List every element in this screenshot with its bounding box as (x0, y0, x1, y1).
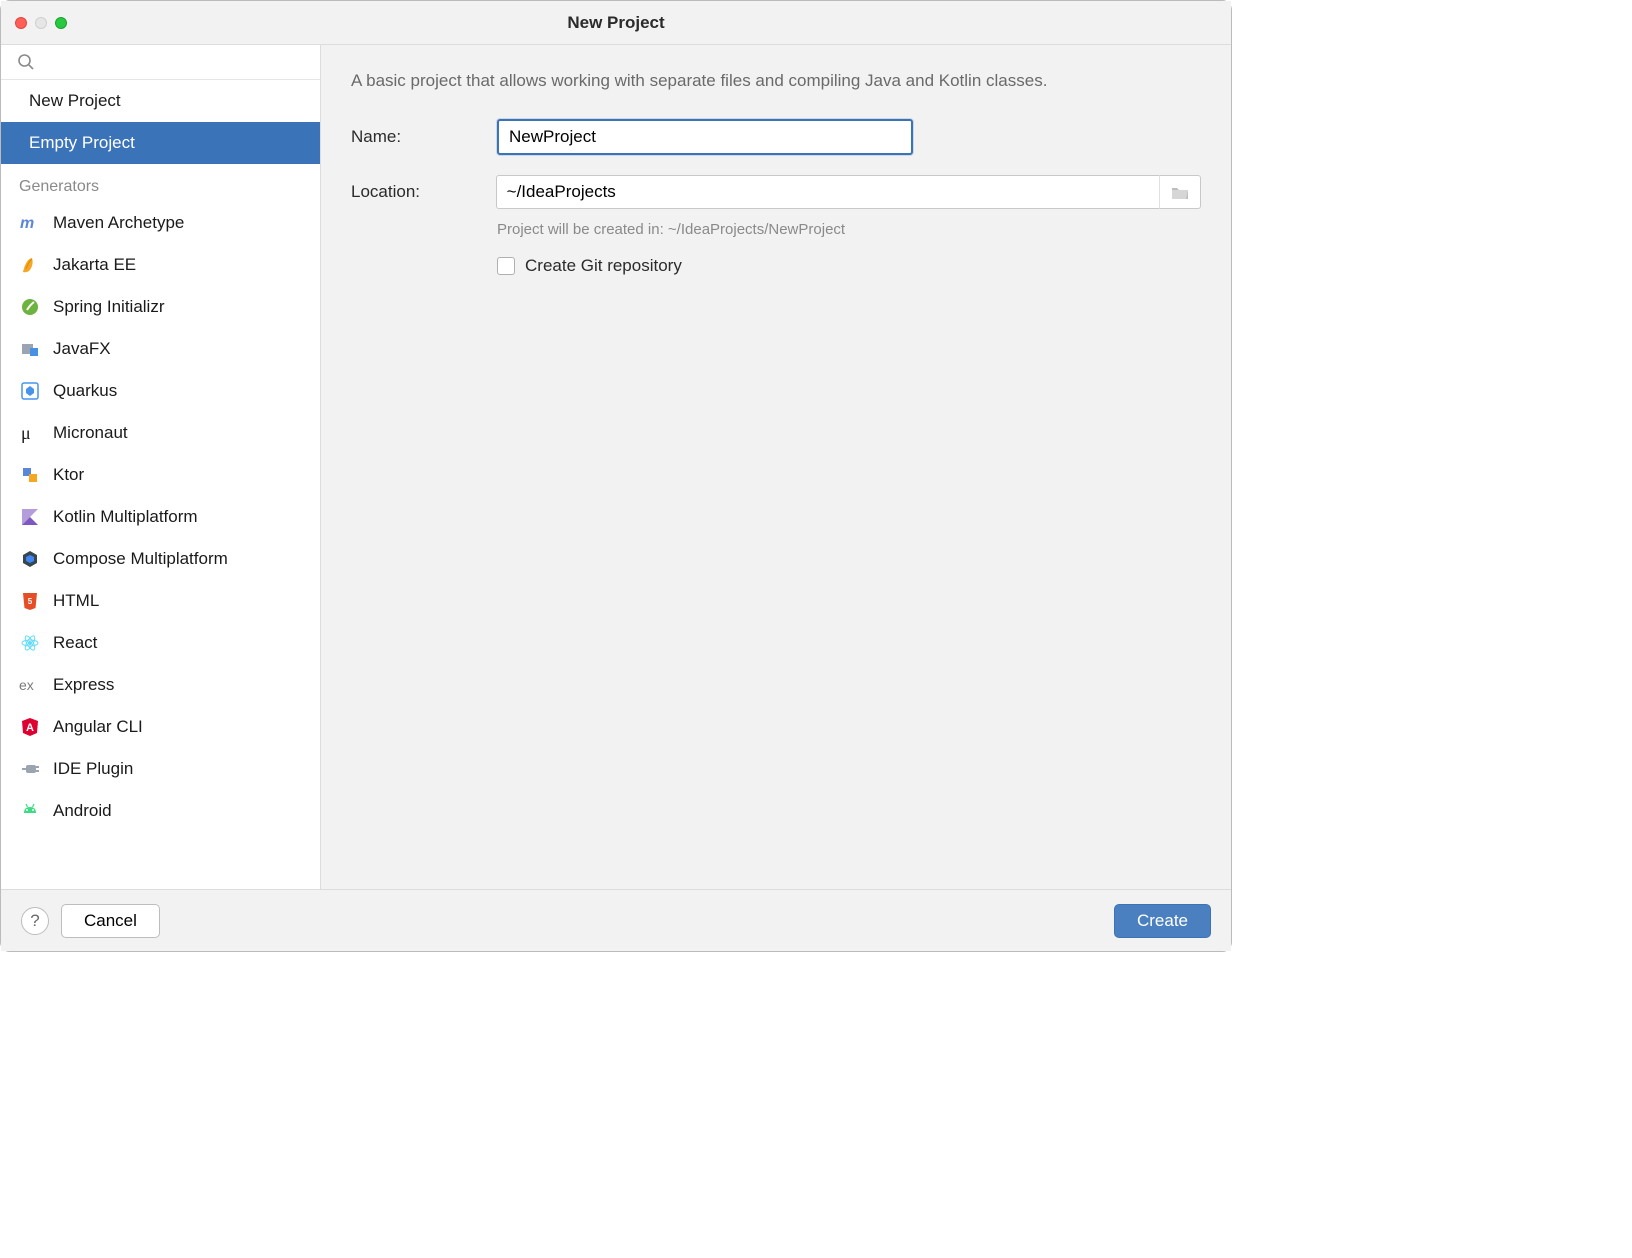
location-hint: Project will be created in: ~/IdeaProjec… (497, 221, 1201, 238)
sidebar-generator-micronaut[interactable]: μ Micronaut (1, 412, 320, 454)
dialog-body: New Project Empty Project Generators m Maven… (1, 45, 1231, 889)
create-button[interactable]: Create (1114, 904, 1211, 938)
sidebar-item-label: Micronaut (53, 423, 128, 443)
help-button[interactable]: ? (21, 907, 49, 935)
sidebar-item-new-project[interactable]: New Project (1, 80, 320, 122)
folder-icon (1171, 185, 1189, 200)
svg-text:5: 5 (28, 597, 33, 606)
sidebar-generator-react[interactable]: React (1, 622, 320, 664)
close-window-button[interactable] (15, 17, 27, 29)
sidebar-generator-jakarta-ee[interactable]: Jakarta EE (1, 244, 320, 286)
search-icon (15, 51, 37, 73)
sidebar-item-label: React (53, 633, 97, 653)
sidebar-item-label: Ktor (53, 465, 84, 485)
location-row: Location: (351, 175, 1201, 209)
location-label: Location: (351, 182, 496, 202)
sidebar-generator-html[interactable]: 5 HTML (1, 580, 320, 622)
sidebar-generator-kotlin-multiplatform[interactable]: Kotlin Multiplatform (1, 496, 320, 538)
sidebar-list: New Project Empty Project Generators m Maven… (1, 80, 320, 889)
sidebar-generator-angular-cli[interactable]: A Angular CLI (1, 706, 320, 748)
git-checkbox-label: Create Git repository (525, 256, 682, 276)
sidebar-generator-spring-initializr[interactable]: Spring Initializr (1, 286, 320, 328)
git-checkbox-row[interactable]: Create Git repository (497, 256, 1201, 276)
sidebar-generator-ktor[interactable]: Ktor (1, 454, 320, 496)
svg-text:m: m (20, 215, 34, 232)
location-input[interactable] (496, 175, 1159, 209)
window-controls (1, 17, 67, 29)
sidebar-item-label: Spring Initializr (53, 297, 165, 317)
sidebar-generator-javafx[interactable]: JavaFX (1, 328, 320, 370)
sidebar-item-label: IDE Plugin (53, 759, 133, 779)
ktor-icon (19, 464, 41, 486)
window-title: New Project (1, 13, 1231, 33)
sidebar-item-label: Express (53, 675, 114, 695)
jakarta-icon (19, 254, 41, 276)
sidebar-item-label: Android (53, 801, 112, 821)
search-row[interactable] (1, 45, 320, 80)
sidebar-item-empty-project[interactable]: Empty Project (1, 122, 320, 164)
svg-text:A: A (26, 722, 34, 734)
sidebar-item-label: JavaFX (53, 339, 111, 359)
sidebar-item-label: Jakarta EE (53, 255, 136, 275)
express-icon: ex (19, 674, 41, 696)
android-icon (19, 800, 41, 822)
kotlin-icon (19, 506, 41, 528)
sidebar-generator-quarkus[interactable]: Quarkus (1, 370, 320, 412)
micronaut-icon: μ (19, 422, 41, 444)
sidebar-generator-express[interactable]: ex Express (1, 664, 320, 706)
name-label: Name: (351, 127, 497, 147)
browse-location-button[interactable] (1159, 175, 1201, 209)
svg-text:ex: ex (19, 677, 34, 693)
sidebar-generator-android[interactable]: Android (1, 790, 320, 832)
name-row: Name: (351, 119, 1201, 155)
sidebar: New Project Empty Project Generators m Maven… (1, 45, 321, 889)
html-icon: 5 (19, 590, 41, 612)
location-input-group (496, 175, 1201, 209)
compose-icon (19, 548, 41, 570)
sidebar-generator-compose-multiplatform[interactable]: Compose Multiplatform (1, 538, 320, 580)
react-icon (19, 632, 41, 654)
sidebar-item-label: Compose Multiplatform (53, 549, 228, 569)
project-description: A basic project that allows working with… (351, 71, 1201, 91)
main-panel: A basic project that allows working with… (321, 45, 1231, 889)
zoom-window-button[interactable] (55, 17, 67, 29)
sidebar-item-label: Maven Archetype (53, 213, 184, 233)
sidebar-item-label: New Project (29, 91, 121, 111)
sidebar-item-label: Kotlin Multiplatform (53, 507, 198, 527)
maven-icon: m (19, 212, 41, 234)
footer: ? Cancel Create (1, 889, 1231, 951)
plug-icon (19, 758, 41, 780)
svg-text:μ: μ (21, 423, 31, 443)
sidebar-item-label: HTML (53, 591, 99, 611)
name-input[interactable] (497, 119, 913, 155)
angular-icon: A (19, 716, 41, 738)
sidebar-generator-maven-archetype[interactable]: m Maven Archetype (1, 202, 320, 244)
help-icon: ? (30, 911, 39, 931)
cancel-button[interactable]: Cancel (61, 904, 160, 938)
sidebar-item-label: Quarkus (53, 381, 117, 401)
titlebar: New Project (1, 1, 1231, 45)
javafx-icon (19, 338, 41, 360)
spring-icon (19, 296, 41, 318)
git-checkbox[interactable] (497, 257, 515, 275)
generators-section-label: Generators (1, 164, 320, 202)
sidebar-item-label: Empty Project (29, 133, 135, 153)
minimize-window-button[interactable] (35, 17, 47, 29)
sidebar-generator-ide-plugin[interactable]: IDE Plugin (1, 748, 320, 790)
quarkus-icon (19, 380, 41, 402)
sidebar-item-label: Angular CLI (53, 717, 143, 737)
